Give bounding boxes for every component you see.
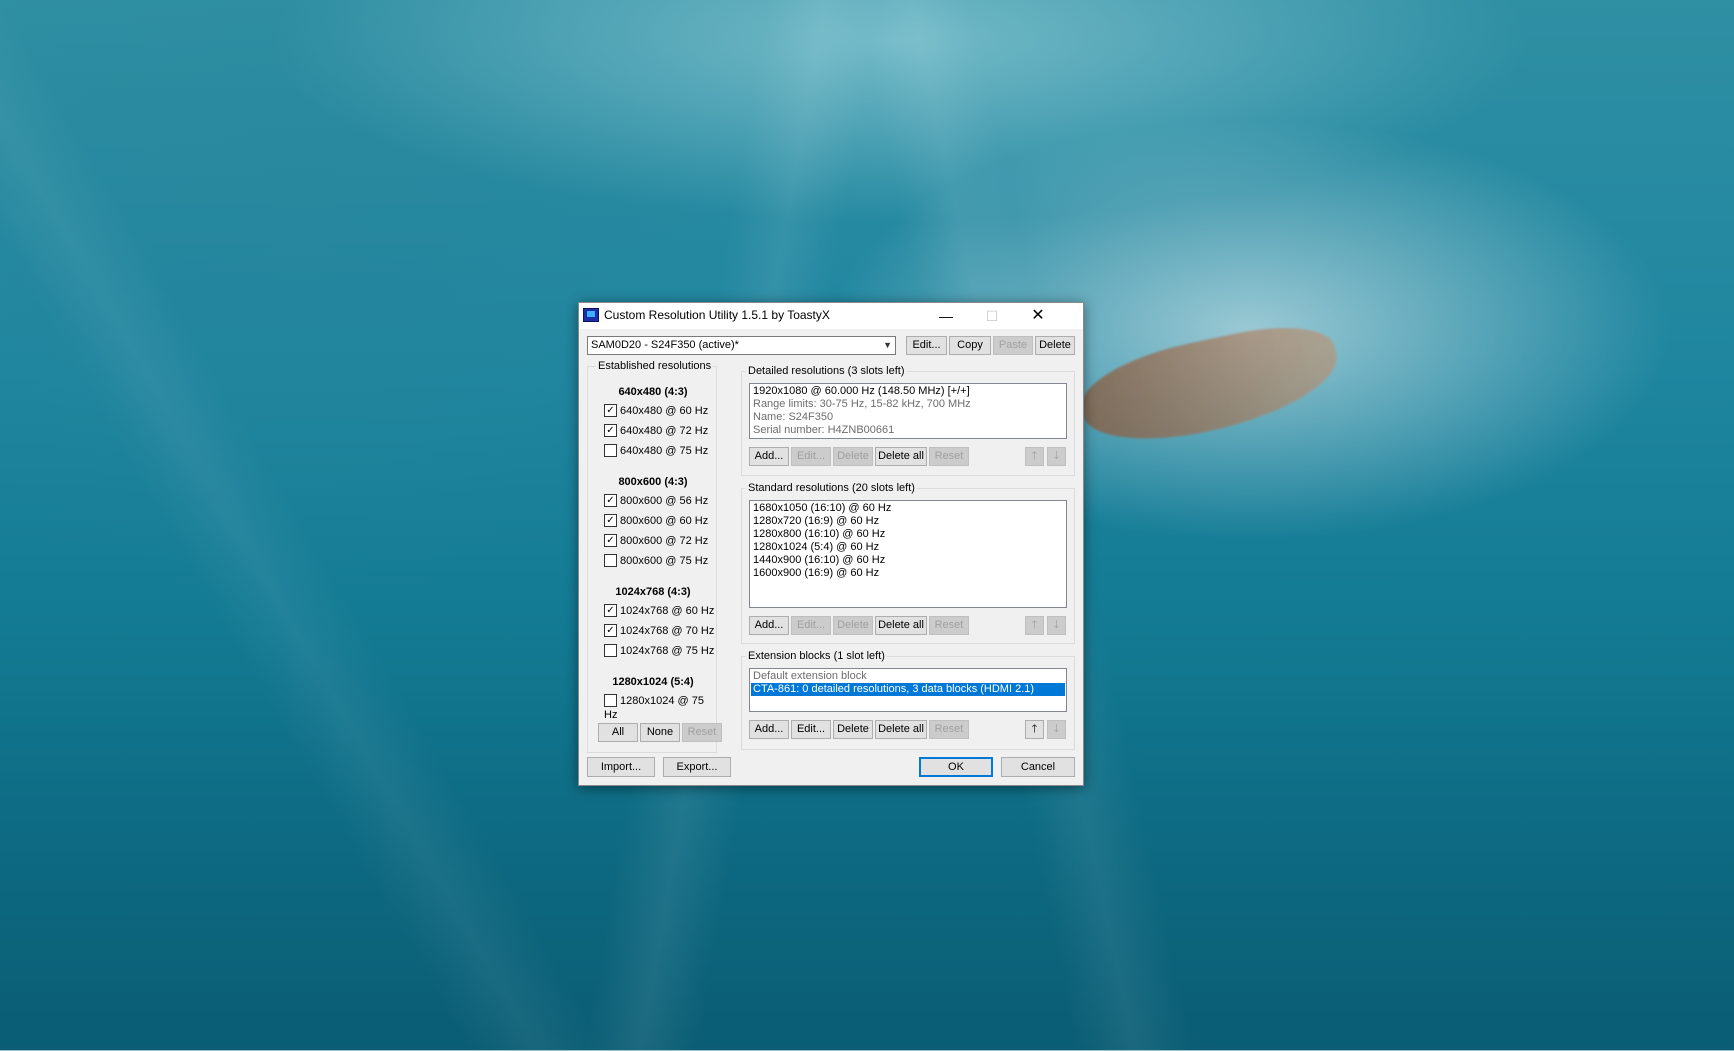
arrow-down-icon: 🡓 xyxy=(1047,720,1066,739)
select-all-button[interactable]: All xyxy=(598,723,638,742)
monitor-select[interactable]: SAM0D20 - S24F350 (active)* ▼ xyxy=(587,336,896,355)
check-icon: ✓ xyxy=(604,493,617,507)
title-bar[interactable]: Custom Resolution Utility 1.5.1 by Toast… xyxy=(579,303,1083,329)
group-heading-800: 800x600 (4:3) xyxy=(618,476,688,488)
checkbox-empty xyxy=(604,693,617,707)
check-icon: ✓ xyxy=(604,533,617,547)
check-icon: ✓ xyxy=(604,623,617,637)
established-reset-button: Reset xyxy=(682,723,722,742)
list-item[interactable]: 1280x720 (16:9) @ 60 Hz xyxy=(753,515,1063,528)
extension-list[interactable]: Default extension block CTA-861: 0 detai… xyxy=(749,668,1067,712)
group-heading-640: 640x480 (4:3) xyxy=(618,386,688,398)
detailed-list[interactable]: 1920x1080 @ 60.000 Hz (148.50 MHz) [+/+]… xyxy=(749,383,1067,439)
standard-reset-button: Reset xyxy=(929,616,969,635)
extension-title: Extension blocks (1 slot left) xyxy=(746,650,887,662)
arrow-up-icon: 🡑 xyxy=(1025,447,1044,466)
checkbox-empty xyxy=(604,443,617,457)
standard-title: Standard resolutions (20 slots left) xyxy=(746,482,917,494)
monitor-app-icon xyxy=(583,308,599,322)
check-icon: ✓ xyxy=(604,603,617,617)
list-item-selected[interactable]: CTA-861: 0 detailed resolutions, 3 data … xyxy=(751,683,1065,696)
minimize-button[interactable]: — xyxy=(923,303,969,329)
select-none-button[interactable]: None xyxy=(640,723,680,742)
checkbox-640x480-75[interactable]: 640x480 @ 75 Hz xyxy=(604,443,708,458)
list-item: Range limits: 30-75 Hz, 15-82 kHz, 700 M… xyxy=(753,398,971,410)
monitor-copy-button[interactable]: Copy xyxy=(949,336,991,355)
check-icon: ✓ xyxy=(604,513,617,527)
checkbox-800x600-60[interactable]: ✓ 800x600 @ 60 Hz xyxy=(604,513,708,528)
checkbox-empty xyxy=(604,553,617,567)
monitor-delete-button[interactable]: Delete xyxy=(1035,336,1075,355)
standard-delete-all-button[interactable]: Delete all xyxy=(875,616,927,635)
checkbox-640x480-72[interactable]: ✓ 640x480 @ 72 Hz xyxy=(604,423,708,438)
ok-button[interactable]: OK xyxy=(919,757,993,777)
checkbox-1024x768-75[interactable]: 1024x768 @ 75 Hz xyxy=(604,643,714,658)
standard-add-button[interactable]: Add... xyxy=(749,616,789,635)
import-button[interactable]: Import... xyxy=(587,757,655,777)
checkbox-800x600-56[interactable]: ✓ 800x600 @ 56 Hz xyxy=(604,493,708,508)
detailed-delete-button: Delete xyxy=(833,447,873,466)
list-item: Name: S24F350 xyxy=(753,411,834,423)
list-item[interactable]: 1920x1080 @ 60.000 Hz (148.50 MHz) [+/+] xyxy=(753,385,1063,398)
chevron-down-icon: ▼ xyxy=(883,340,892,350)
group-heading-1280: 1280x1024 (5:4) xyxy=(612,676,694,688)
list-item[interactable]: 1680x1050 (16:10) @ 60 Hz xyxy=(753,502,1063,515)
checkbox-1024x768-60[interactable]: ✓ 1024x768 @ 60 Hz xyxy=(604,603,714,618)
check-icon: ✓ xyxy=(604,423,617,437)
standard-edit-button: Edit... xyxy=(791,616,831,635)
standard-list[interactable]: 1680x1050 (16:10) @ 60 Hz 1280x720 (16:9… xyxy=(749,500,1067,608)
standard-delete-button: Delete xyxy=(833,616,873,635)
export-button[interactable]: Export... xyxy=(663,757,731,777)
established-group: Established resolutions 640x480 (4:3) ✓ 6… xyxy=(587,360,722,753)
detailed-delete-all-button[interactable]: Delete all xyxy=(875,447,927,466)
checkbox-640x480-60[interactable]: ✓ 640x480 @ 60 Hz xyxy=(604,403,708,418)
arrow-up-icon[interactable]: 🡑 xyxy=(1025,720,1044,739)
detailed-title: Detailed resolutions (3 slots left) xyxy=(746,365,907,377)
monitor-select-value: SAM0D20 - S24F350 (active)* xyxy=(591,339,739,351)
cancel-button[interactable]: Cancel xyxy=(1001,757,1075,777)
extension-reset-button: Reset xyxy=(929,720,969,739)
established-title: Established resolutions xyxy=(596,360,714,372)
checkbox-1024x768-70[interactable]: ✓ 1024x768 @ 70 Hz xyxy=(604,623,714,638)
checkbox-empty xyxy=(604,643,617,657)
monitor-edit-button[interactable]: Edit... xyxy=(906,336,947,355)
detailed-edit-button: Edit... xyxy=(791,447,831,466)
list-item: Serial number: H4ZNB00661 xyxy=(753,424,895,436)
checkbox-800x600-75[interactable]: 800x600 @ 75 Hz xyxy=(604,553,708,568)
maximize-button: ☐ xyxy=(985,308,999,324)
list-item[interactable]: 1600x900 (16:9) @ 60 Hz xyxy=(753,567,1063,580)
extension-delete-all-button[interactable]: Delete all xyxy=(875,720,927,739)
detailed-add-button[interactable]: Add... xyxy=(749,447,789,466)
extension-delete-button[interactable]: Delete xyxy=(833,720,873,739)
list-item: Default extension block xyxy=(753,670,867,682)
cru-window: Custom Resolution Utility 1.5.1 by Toast… xyxy=(578,302,1084,786)
arrow-up-icon: 🡑 xyxy=(1025,616,1044,635)
checkbox-800x600-72[interactable]: ✓ 800x600 @ 72 Hz xyxy=(604,533,708,548)
extension-edit-button[interactable]: Edit... xyxy=(791,720,831,739)
arrow-down-icon: 🡓 xyxy=(1047,616,1066,635)
monitor-paste-button: Paste xyxy=(993,336,1033,355)
arrow-down-icon: 🡓 xyxy=(1047,447,1066,466)
checkbox-1280x1024-75[interactable]: 1280x1024 @ 75 Hz xyxy=(604,693,716,721)
list-item[interactable]: 1440x900 (16:10) @ 60 Hz xyxy=(753,554,1063,567)
list-item[interactable]: 1280x800 (16:10) @ 60 Hz xyxy=(753,528,1063,541)
window-title: Custom Resolution Utility 1.5.1 by Toast… xyxy=(604,308,830,322)
check-icon: ✓ xyxy=(604,403,617,417)
close-button[interactable]: ✕ xyxy=(1015,303,1061,329)
extension-add-button[interactable]: Add... xyxy=(749,720,789,739)
detailed-reset-button: Reset xyxy=(929,447,969,466)
group-heading-1024: 1024x768 (4:3) xyxy=(615,586,691,598)
list-item[interactable]: 1280x1024 (5:4) @ 60 Hz xyxy=(753,541,1063,554)
